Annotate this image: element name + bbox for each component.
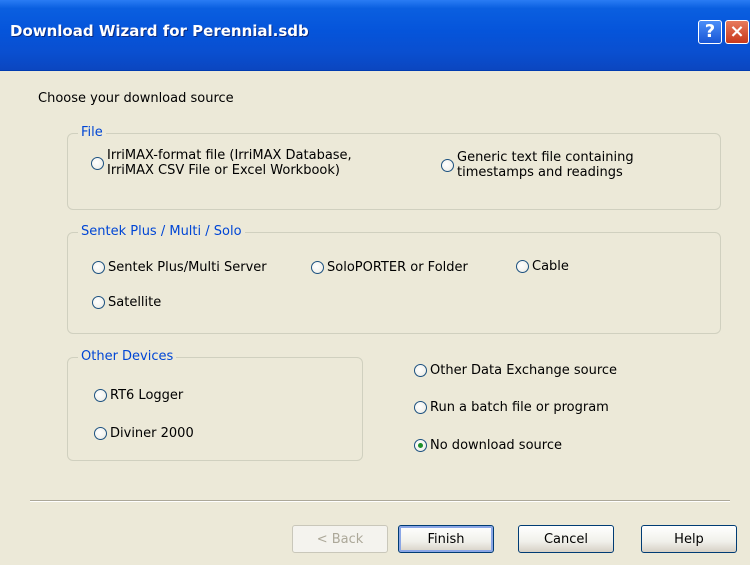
window-title: Download Wizard for Perennial.sdb — [10, 22, 309, 40]
radio-circle[interactable] — [92, 296, 105, 309]
radio-rt6-logger[interactable]: RT6 Logger — [94, 388, 183, 403]
help-title-button[interactable]: ? — [698, 20, 722, 44]
radio-circle[interactable] — [414, 364, 427, 377]
radio-generic-text-file-label-line1: Generic text file containing — [457, 150, 634, 165]
radio-batch-file[interactable]: Run a batch file or program — [414, 400, 609, 415]
radio-circle[interactable] — [441, 159, 454, 172]
other-devices-group: Other Devices — [67, 349, 363, 461]
back-button[interactable]: < Back — [292, 525, 388, 553]
radio-sentek-server-label: Sentek Plus/Multi Server — [108, 260, 267, 275]
radio-soloporter[interactable]: SoloPORTER or Folder — [311, 260, 468, 275]
radio-batch-file-label: Run a batch file or program — [430, 400, 609, 415]
radio-rt6-logger-label: RT6 Logger — [110, 388, 184, 403]
radio-no-download-source[interactable]: No download source — [414, 438, 562, 453]
radio-generic-text-file-label-line2: timestamps and readings — [457, 165, 623, 180]
radio-irrimax-file[interactable]: IrriMAX-format file (IrriMAX Database, I… — [91, 148, 352, 178]
radio-circle[interactable] — [311, 261, 324, 274]
radio-circle[interactable] — [92, 261, 105, 274]
cancel-button[interactable]: Cancel — [518, 525, 614, 553]
radio-generic-text-file[interactable]: Generic text file containing timestamps … — [441, 150, 634, 180]
radio-other-data-exchange-label: Other Data Exchange source — [430, 363, 618, 378]
radio-circle[interactable] — [94, 427, 107, 440]
prompt-text: Choose your download source — [38, 91, 234, 106]
radio-satellite[interactable]: Satellite — [92, 295, 161, 310]
radio-soloporter-label: SoloPORTER or Folder — [327, 260, 468, 275]
radio-circle[interactable] — [94, 389, 107, 402]
help-button[interactable]: Help — [641, 525, 737, 553]
radio-cable[interactable]: Cable — [516, 259, 569, 274]
separator — [30, 500, 730, 502]
radio-diviner-2000[interactable]: Diviner 2000 — [94, 426, 194, 441]
radio-circle[interactable] — [414, 401, 427, 414]
radio-no-download-source-label: No download source — [430, 438, 562, 453]
close-button[interactable]: × — [725, 20, 749, 44]
radio-circle-selected[interactable] — [414, 439, 427, 452]
radio-circle[interactable] — [91, 157, 104, 170]
radio-irrimax-file-label-line2: IrriMAX CSV File or Excel Workbook) — [107, 163, 340, 178]
finish-button[interactable]: Finish — [398, 525, 494, 553]
radio-diviner-2000-label: Diviner 2000 — [110, 426, 194, 441]
title-bar: Download Wizard for Perennial.sdb ? × — [0, 0, 750, 71]
sentek-group: Sentek Plus / Multi / Solo — [67, 224, 721, 334]
radio-sentek-server[interactable]: Sentek Plus/Multi Server — [92, 260, 267, 275]
radio-satellite-label: Satellite — [108, 295, 162, 310]
radio-cable-label: Cable — [532, 259, 569, 274]
sentek-group-legend: Sentek Plus / Multi / Solo — [78, 224, 245, 239]
other-devices-group-legend: Other Devices — [78, 349, 177, 364]
radio-other-data-exchange[interactable]: Other Data Exchange source — [414, 363, 617, 378]
radio-irrimax-file-label-line1: IrriMAX-format file (IrriMAX Database, — [107, 148, 352, 163]
file-group-legend: File — [78, 125, 106, 140]
radio-circle[interactable] — [516, 260, 529, 273]
